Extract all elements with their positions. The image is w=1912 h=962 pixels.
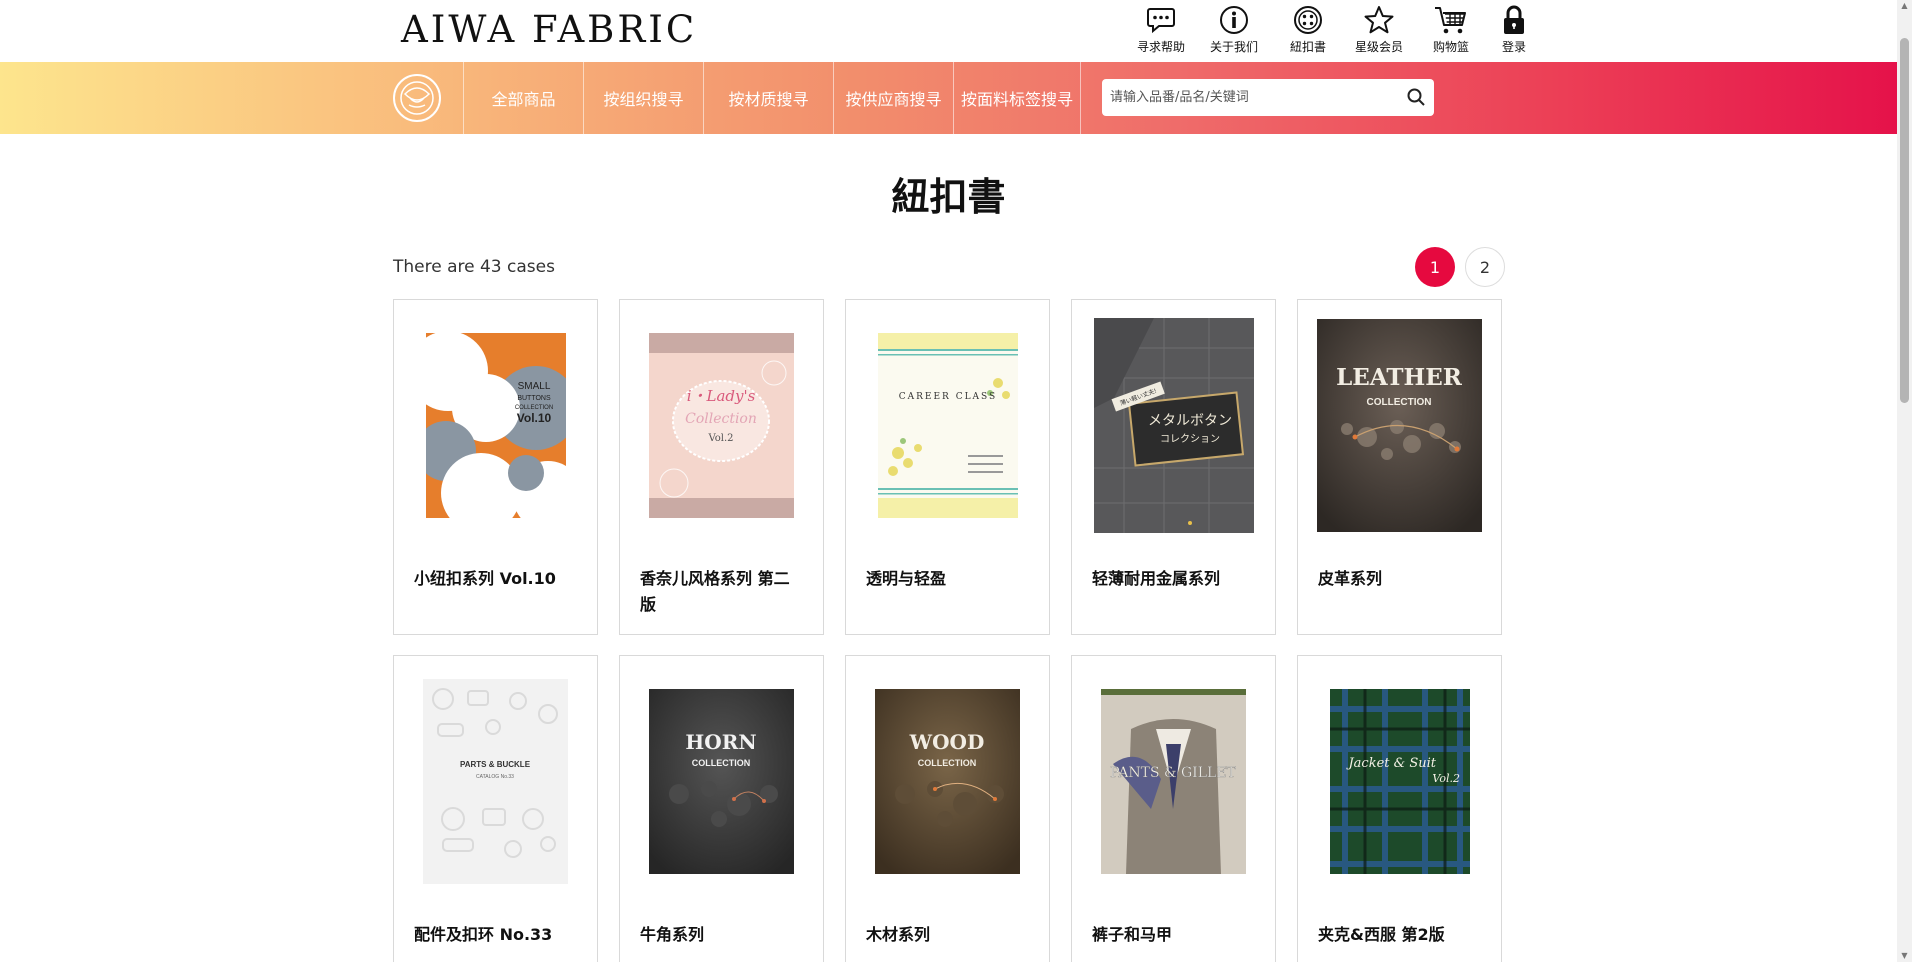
main-nav: 全部商品 按组织搜寻 按材质搜寻 按供应商搜寻 按面料标签搜寻 xyxy=(0,62,1897,134)
nav-menu: 全部商品 按组织搜寻 按材质搜寻 按供应商搜寻 按面料标签搜寻 xyxy=(463,62,1081,134)
help-label: 寻求帮助 xyxy=(1136,40,1185,54)
help-link[interactable]: 寻求帮助 xyxy=(1125,0,1197,62)
brand-emblem-icon[interactable] xyxy=(392,73,442,123)
cover-text: CAREER CLASS xyxy=(898,392,996,402)
search-icon[interactable] xyxy=(1406,87,1426,107)
search-box xyxy=(1102,79,1434,116)
nav-item-by-weave[interactable]: 按组织搜寻 xyxy=(583,62,703,134)
nav-item-by-tag[interactable]: 按面料标签搜寻 xyxy=(953,62,1081,134)
star-icon xyxy=(1362,3,1396,37)
cover-text: COLLECTION xyxy=(1367,397,1432,408)
page-scrollbar[interactable]: ▲ ▼ xyxy=(1897,0,1912,962)
star-member-link[interactable]: 星级会员 xyxy=(1345,0,1413,62)
login-link[interactable]: 登录 xyxy=(1489,0,1539,62)
case-count: There are 43 cases xyxy=(393,257,555,277)
lock-icon xyxy=(1497,3,1531,37)
catalog-card[interactable]: PANTS & GILLET 裤子和马甲 xyxy=(1071,655,1276,962)
catalog-title: 皮革系列 xyxy=(1318,569,1383,588)
star-member-label: 星级会员 xyxy=(1354,40,1403,54)
info-icon xyxy=(1217,3,1251,37)
site-logo[interactable]: AIWA FABRIC xyxy=(401,8,697,51)
catalog-card[interactable]: CAREER CLASS 透明与轻盈 xyxy=(845,299,1050,635)
catalog-cover: Jacket & Suit Vol.2 xyxy=(1298,656,1501,906)
catalog-card[interactable]: i・Lady's Collection Vol.2 香奈儿风格系列 第二版 xyxy=(619,299,824,635)
scrollbar-thumb[interactable] xyxy=(1900,38,1909,403)
search-input[interactable] xyxy=(1110,79,1400,116)
catalog-card[interactable]: PARTS & BUCKLE CATALOG No.33 配件及扣环 No.33 xyxy=(393,655,598,962)
cover-text: Collection xyxy=(685,411,757,427)
cart-icon xyxy=(1434,3,1468,37)
cover-text: LEATHER xyxy=(1336,364,1463,391)
about-label: 关于我们 xyxy=(1209,40,1258,54)
catalog-title: 木材系列 xyxy=(866,925,931,944)
pagination: 1 2 xyxy=(1415,247,1505,287)
button-icon xyxy=(1291,3,1325,37)
cover-text: Vol.2 xyxy=(1432,772,1460,785)
catalog-title: 牛角系列 xyxy=(640,925,705,944)
cover-text: PANTS & GILLET xyxy=(1110,765,1236,781)
about-link[interactable]: 关于我们 xyxy=(1197,0,1271,62)
nav-item-all-products[interactable]: 全部商品 xyxy=(463,62,583,134)
cart-label: 购物篮 xyxy=(1432,40,1469,54)
cover-text: COLLECTION xyxy=(692,758,751,768)
header-icon-menu: 寻求帮助 关于我们 紐扣書 星级会员 购物篮 登录 xyxy=(1125,0,1539,62)
catalog-title: 小纽扣系列 Vol.10 xyxy=(414,569,556,588)
chat-help-icon xyxy=(1144,3,1178,37)
catalog-cover: CAREER CLASS xyxy=(846,300,1049,550)
cover-text: BUTTONS xyxy=(517,395,551,402)
catalog-cover: PANTS & GILLET xyxy=(1072,656,1275,906)
top-header: AIWA FABRIC 寻求帮助 关于我们 紐扣書 星级会员 购物篮 登录 xyxy=(0,0,1897,62)
catalog-title: 透明与轻盈 xyxy=(866,569,947,588)
catalog-cover: WOOD COLLECTION xyxy=(846,656,1049,906)
button-book-link[interactable]: 紐扣書 xyxy=(1271,0,1345,62)
page-1-button[interactable]: 1 xyxy=(1415,247,1455,287)
catalog-card[interactable]: メタルボタン コレクション 薄い軽い丈夫! 轻薄耐用金属系列 xyxy=(1071,299,1276,635)
catalog-cover: メタルボタン コレクション 薄い軽い丈夫! xyxy=(1072,300,1275,550)
cover-text: WOOD xyxy=(909,730,985,754)
nav-item-by-material[interactable]: 按材质搜寻 xyxy=(703,62,833,134)
page-title: 紐扣書 xyxy=(891,175,1006,219)
catalog-card[interactable]: WOOD COLLECTION 木材系列 xyxy=(845,655,1050,962)
login-label: 登录 xyxy=(1501,40,1526,54)
cover-text: SMALL xyxy=(517,381,550,392)
catalog-title: 轻薄耐用金属系列 xyxy=(1092,569,1221,588)
catalog-cover: i・Lady's Collection Vol.2 xyxy=(620,300,823,550)
catalog-title: 配件及扣环 No.33 xyxy=(414,925,553,944)
nav-item-by-supplier[interactable]: 按供应商搜寻 xyxy=(833,62,953,134)
cover-text: HORN xyxy=(685,730,756,754)
catalog-cover: PARTS & BUCKLE CATALOG No.33 xyxy=(394,656,597,906)
catalog-card[interactable]: HORN COLLECTION 牛角系列 xyxy=(619,655,824,962)
catalog-title: 夹克&西服 第2版 xyxy=(1318,925,1445,944)
page-2-button[interactable]: 2 xyxy=(1465,247,1505,287)
catalog-cover: LEATHER COLLECTION xyxy=(1298,300,1501,550)
cover-text: Vol.2 xyxy=(707,433,733,444)
catalog-card[interactable]: SMALL BUTTONS COLLECTION Vol.10 小纽扣系列 Vo… xyxy=(393,299,598,635)
catalog-title: 香奈儿风格系列 第二版 xyxy=(640,569,790,614)
scroll-up-arrow-icon[interactable]: ▲ xyxy=(1900,2,1909,10)
cover-text: PARTS & BUCKLE xyxy=(460,760,531,769)
cover-text: メタルボタン xyxy=(1148,413,1232,429)
scroll-down-arrow-icon[interactable]: ▼ xyxy=(1900,952,1909,960)
cover-text: Vol.10 xyxy=(516,411,551,425)
catalog-title: 裤子和马甲 xyxy=(1092,925,1173,944)
catalog-cover: SMALL BUTTONS COLLECTION Vol.10 xyxy=(394,300,597,550)
catalog-card[interactable]: LEATHER COLLECTION 皮革系列 xyxy=(1297,299,1502,635)
cover-text: コレクション xyxy=(1160,433,1220,445)
cover-text: i・Lady's xyxy=(687,387,756,405)
button-book-label: 紐扣書 xyxy=(1289,40,1326,54)
cart-link[interactable]: 购物篮 xyxy=(1413,0,1489,62)
cover-text: COLLECTION xyxy=(918,758,977,768)
cover-text: CATALOG No.33 xyxy=(476,774,514,780)
page: AIWA FABRIC 寻求帮助 关于我们 紐扣書 星级会员 购物篮 登录 全部… xyxy=(0,0,1912,962)
catalog-card[interactable]: Jacket & Suit Vol.2 夹克&西服 第2版 xyxy=(1297,655,1502,962)
catalog-cover: HORN COLLECTION xyxy=(620,656,823,906)
cover-text: Jacket & Suit xyxy=(1345,756,1436,771)
